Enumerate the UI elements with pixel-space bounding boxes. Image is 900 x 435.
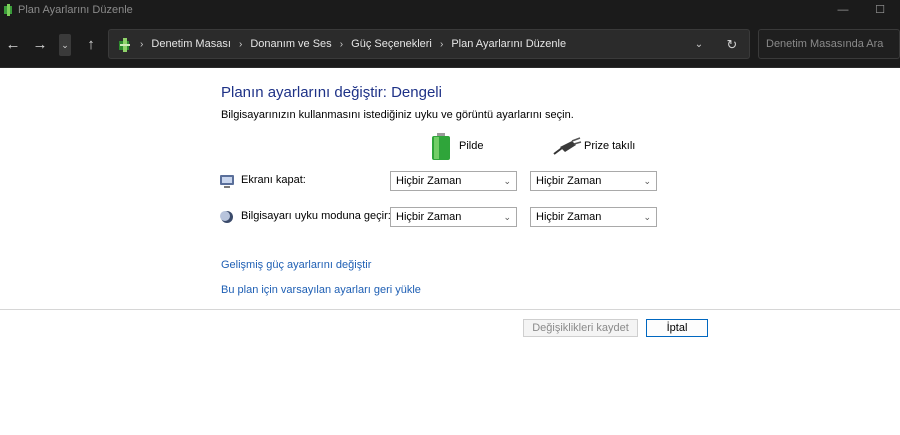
refresh-icon[interactable]: ↻ <box>723 36 741 54</box>
advanced-settings-link[interactable]: Gelişmiş güç ayarlarını değiştir <box>221 259 371 271</box>
main-content: Planın ayarlarını değiştir: Dengeli Bilg… <box>0 69 900 435</box>
cancel-button[interactable]: İptal <box>646 319 708 337</box>
address-bar[interactable]: › Denetim Masası › Donanım ve Ses › Güç … <box>108 29 750 59</box>
back-button[interactable]: ← <box>2 34 24 56</box>
breadcrumb-separator: › <box>140 39 144 50</box>
moon-icon <box>220 211 233 223</box>
navigation-bar: ← → ⌄ ↑ › Denetim Masası › Donanım ve Se… <box>0 22 900 68</box>
search-input[interactable]: Denetim Masasında Ara <box>758 29 900 59</box>
display-battery-value: Hiçbir Zaman <box>396 175 462 187</box>
page-title: Planın ayarlarını değiştir: Dengeli <box>221 84 442 101</box>
recent-locations-button[interactable]: ⌄ <box>59 34 71 56</box>
title-bar: Plan Ayarlarını Düzenle — ☐ <box>0 0 900 22</box>
forward-button[interactable]: → <box>29 34 51 56</box>
minimize-button[interactable]: — <box>823 0 863 22</box>
breadcrumb-separator[interactable]: › <box>239 39 242 50</box>
control-panel-icon <box>4 4 12 16</box>
display-off-label: Ekranı kapat: <box>241 174 306 186</box>
breadcrumb-power-options[interactable]: Güç Seçenekleri <box>351 38 432 50</box>
battery-icon <box>432 133 450 160</box>
sleep-label: Bilgisayarı uyku moduna geçir: <box>241 210 391 222</box>
breadcrumb: › Denetim Masası › Donanım ve Ses › Güç … <box>135 30 566 58</box>
display-plugged-select[interactable]: Hiçbir Zaman ⌄ <box>530 171 657 191</box>
restore-defaults-link[interactable]: Bu plan için varsayılan ayarları geri yü… <box>221 284 421 296</box>
sleep-plugged-select[interactable]: Hiçbir Zaman ⌄ <box>530 207 657 227</box>
display-battery-select[interactable]: Hiçbir Zaman ⌄ <box>390 171 517 191</box>
breadcrumb-separator[interactable]: › <box>340 39 343 50</box>
divider <box>0 309 900 310</box>
sleep-plugged-value: Hiçbir Zaman <box>536 211 602 223</box>
breadcrumb-hardware-sound[interactable]: Donanım ve Ses <box>250 38 331 50</box>
power-plug-icon <box>553 137 582 155</box>
sleep-battery-value: Hiçbir Zaman <box>396 211 462 223</box>
sleep-battery-select[interactable]: Hiçbir Zaman ⌄ <box>390 207 517 227</box>
chevron-down-icon: ⌄ <box>503 212 511 222</box>
breadcrumb-edit-plan[interactable]: Plan Ayarlarını Düzenle <box>451 38 566 50</box>
breadcrumb-control-panel[interactable]: Denetim Masası <box>151 38 230 50</box>
up-button[interactable]: ↑ <box>80 34 102 56</box>
battery-column-label: Pilde <box>459 140 484 152</box>
chevron-down-icon: ⌄ <box>503 176 511 186</box>
monitor-icon <box>220 175 234 188</box>
page-description: Bilgisayarınızın kullanmasını istediğini… <box>221 109 574 121</box>
chevron-down-icon: ⌄ <box>643 176 651 186</box>
plugged-column-label: Prize takılı <box>584 140 636 152</box>
maximize-button[interactable]: ☐ <box>860 0 900 22</box>
control-panel-icon <box>119 38 130 52</box>
breadcrumb-separator[interactable]: › <box>440 39 443 50</box>
save-changes-button[interactable]: Değişiklikleri kaydet <box>523 319 638 337</box>
chevron-down-icon[interactable]: ⌄ <box>691 37 707 53</box>
display-plugged-value: Hiçbir Zaman <box>536 175 602 187</box>
chevron-down-icon: ⌄ <box>643 212 651 222</box>
window-title: Plan Ayarlarını Düzenle <box>18 4 133 16</box>
